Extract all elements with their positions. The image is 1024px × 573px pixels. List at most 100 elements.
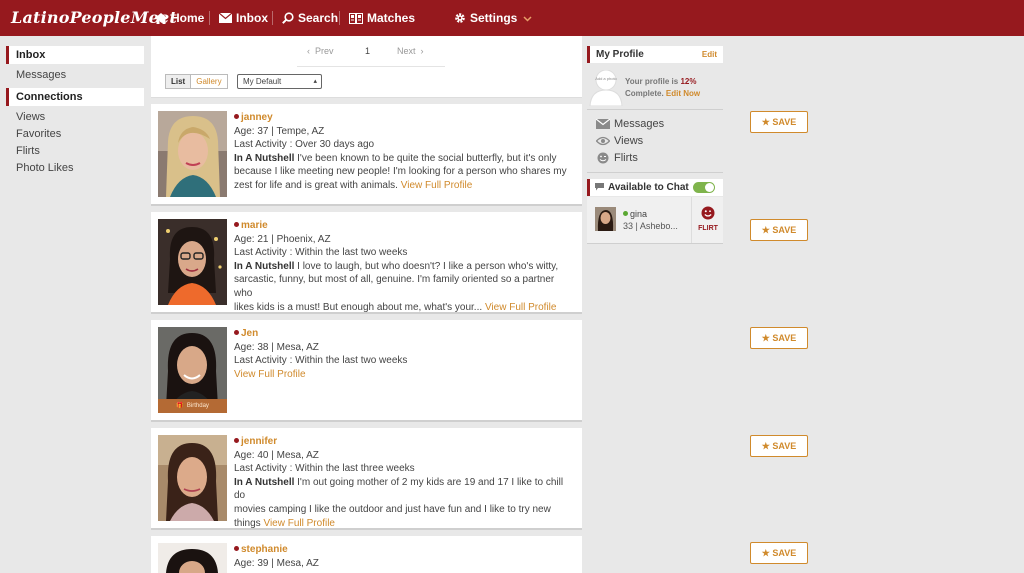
my-profile-links: Messages Views Flirts — [596, 115, 664, 166]
profile-last-activity: Last Activity : Over 30 days ago — [234, 139, 375, 151]
sort-select-value: My Default — [243, 77, 282, 86]
profile-card: jennifer Age: 40 | Mesa, AZ Last Activit… — [151, 428, 582, 530]
profile-card: marie Age: 21 | Phoenix, AZ Last Activit… — [151, 212, 582, 314]
chat-bubble-icon — [595, 183, 604, 191]
sidebar-item-photo-likes[interactable]: Photo Likes — [6, 160, 144, 177]
save-profile-button[interactable]: ★ SAVE — [750, 435, 808, 457]
profile-age-location: Age: 38 | Mesa, AZ — [234, 341, 319, 353]
save-profile-button[interactable]: ★ SAVE — [750, 327, 808, 349]
my-views-link[interactable]: Views — [596, 132, 664, 149]
my-flirts-label: Flirts — [614, 151, 638, 164]
profile-photo[interactable] — [158, 543, 227, 573]
pager-divider — [297, 66, 445, 67]
nav-home[interactable]: Home — [155, 0, 204, 36]
chat-user-name[interactable]: gina — [623, 209, 647, 219]
chat-availability-toggle[interactable] — [693, 182, 715, 193]
status-dot-icon — [234, 222, 239, 227]
sidebar-item-messages[interactable]: Messages — [6, 67, 144, 84]
profile-name-link[interactable]: stephanie — [241, 544, 288, 555]
profile-name-link[interactable]: janney — [241, 112, 273, 123]
profile-last-activity: Last Activity : Within the last three we… — [234, 463, 415, 475]
my-profile-header: My Profile Edit — [587, 46, 723, 63]
my-messages-link[interactable]: Messages — [596, 115, 664, 132]
nav-inbox[interactable]: Inbox — [219, 0, 268, 36]
chat-user-name-label: gina — [630, 209, 648, 219]
select-caret-icon: ▴ — [313, 78, 317, 85]
wink-face-icon — [701, 206, 715, 220]
nutshell-label: In A Nutshell — [234, 152, 295, 164]
flirt-button[interactable]: FLIRT — [691, 197, 723, 243]
site-logo[interactable]: LatinoPeopleMeet — [11, 8, 177, 27]
profile-info: janney Age: 37 | Tempe, AZ Last Activity… — [234, 111, 574, 193]
nav-search-label: Search — [298, 11, 339, 25]
divider — [587, 172, 723, 173]
sidebar-item-views[interactable]: Views — [6, 109, 144, 126]
add-photo-avatar[interactable]: Add a photo — [587, 69, 625, 107]
sidebar-item-favorites[interactable]: Favorites — [6, 126, 144, 143]
view-list-button[interactable]: List — [166, 75, 192, 88]
my-profile-title: My Profile — [596, 49, 644, 60]
view-full-profile-link[interactable]: View Full Profile — [234, 369, 306, 380]
save-label: SAVE — [772, 117, 797, 127]
sidebar-inbox-header[interactable]: Inbox — [6, 46, 144, 64]
profile-name-link[interactable]: jennifer — [241, 436, 277, 447]
profile-name-link[interactable]: marie — [241, 220, 268, 231]
sidebar-connections-header[interactable]: Connections — [6, 88, 144, 106]
pager-next[interactable]: Next › — [397, 46, 424, 56]
save-profile-button[interactable]: ★ SAVE — [750, 111, 808, 133]
profile-photo[interactable] — [158, 435, 227, 521]
eye-icon — [596, 136, 610, 145]
nutshell-line: movies camping I like the outdoor and ju… — [234, 503, 551, 515]
chat-user-row[interactable]: gina 33 | Ashebo... FLIRT — [587, 197, 723, 243]
nav-matches[interactable]: Matches — [349, 0, 415, 36]
profile-photo[interactable]: 🎁 Birthday — [158, 327, 227, 413]
profile-photo[interactable] — [158, 219, 227, 305]
nutshell-line: zest for life and is great with animals. — [234, 179, 398, 191]
nav-matches-label: Matches — [367, 11, 416, 25]
pager-prev-label: Prev — [315, 46, 334, 56]
edit-profile-link[interactable]: Edit — [702, 46, 717, 63]
view-full-profile-link[interactable]: View Full Profile — [263, 518, 335, 529]
right-panel: My Profile Edit Add a photo Your profile… — [587, 46, 723, 244]
save-profile-button[interactable]: ★ SAVE — [750, 219, 808, 241]
sort-select[interactable]: My Default ▴ — [237, 74, 322, 89]
profile-info: Jen Age: 38 | Mesa, AZ Last Activity : W… — [234, 327, 574, 381]
sidebar-item-flirts[interactable]: Flirts — [6, 143, 144, 160]
nav-search[interactable]: Search — [282, 0, 338, 36]
profile-name-link[interactable]: Jen — [241, 328, 258, 339]
view-full-profile-link[interactable]: View Full Profile — [485, 302, 557, 313]
save-profile-button[interactable]: ★ SAVE — [750, 542, 808, 564]
profile-last-activity: Last Activity : Within the last two week… — [234, 355, 408, 367]
available-to-chat-header: Available to Chat — [587, 179, 723, 196]
top-nav-bar: LatinoPeopleMeet Home Inbox Search Match… — [0, 0, 1024, 36]
home-icon — [155, 12, 167, 24]
pager-current-page[interactable]: 1 — [365, 46, 370, 56]
chat-user-avatar[interactable] — [595, 207, 616, 231]
pager-prev[interactable]: ‹ Prev — [307, 46, 334, 56]
nav-inbox-label: Inbox — [236, 11, 268, 25]
profile-age-location: Age: 39 | Mesa, AZ — [234, 557, 319, 569]
chevron-down-icon — [523, 11, 536, 25]
online-dot-icon — [623, 211, 628, 216]
edit-now-link[interactable]: Edit Now — [666, 89, 700, 98]
profile-photo[interactable] — [158, 111, 227, 197]
save-label: SAVE — [772, 333, 797, 343]
my-flirts-link[interactable]: Flirts — [596, 149, 664, 166]
envelope-icon — [596, 118, 610, 129]
nutshell-label: In A Nutshell — [234, 260, 295, 272]
wink-icon — [597, 152, 609, 163]
nutshell-line: likes kids is a must! But enough about m… — [234, 301, 483, 313]
view-full-profile-link[interactable]: View Full Profile — [401, 180, 473, 191]
view-gallery-button[interactable]: Gallery — [191, 75, 226, 88]
profile-card: 🎁 Birthday Jen Age: 38 | Mesa, AZ Last A… — [151, 320, 582, 422]
view-toggle: List Gallery — [165, 74, 228, 89]
status-dot-icon — [234, 438, 239, 443]
save-label: SAVE — [772, 441, 797, 451]
left-sidebar: Inbox Messages Connections Views Favorit… — [6, 46, 144, 177]
nutshell-line: because I like meeting new people! I'm l… — [234, 166, 567, 178]
add-photo-label: Add a photo — [595, 76, 617, 81]
pager-panel: ‹ Prev 1 Next › List Gallery My Default … — [151, 36, 582, 98]
nav-settings[interactable]: Settings — [454, 0, 536, 36]
star-icon: ★ — [761, 225, 770, 235]
profile-progress: Your profile is 12% Complete. Edit Now — [625, 76, 700, 100]
